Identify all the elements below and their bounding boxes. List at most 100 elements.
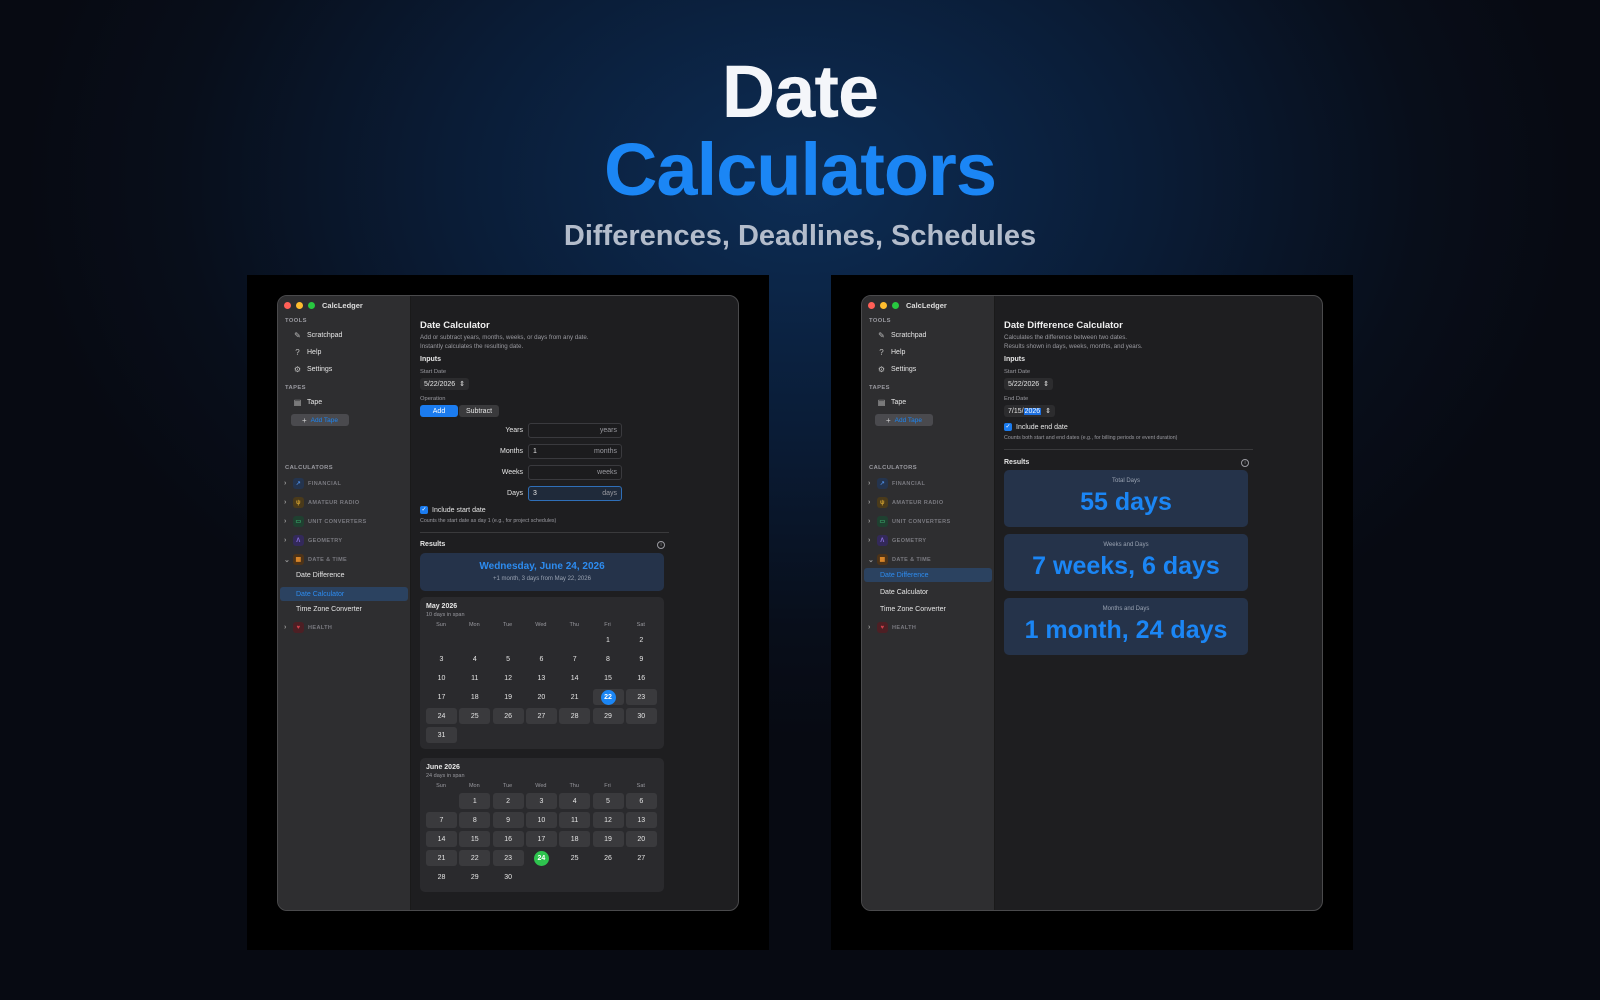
- include-start-date-checkbox[interactable]: ✓ Include start date: [420, 506, 486, 514]
- calendar-day[interactable]: 11: [559, 812, 591, 828]
- zoom-window-button[interactable]: [892, 302, 899, 309]
- category-geometry[interactable]: › Λ GEOMETRY: [868, 535, 926, 546]
- calendar-day[interactable]: 14: [426, 831, 457, 847]
- sidebar-item-tape[interactable]: ▤ Tape: [877, 398, 906, 407]
- info-icon[interactable]: i: [657, 541, 665, 549]
- calendar-day[interactable]: 16: [626, 670, 657, 686]
- calendar-day[interactable]: 10: [525, 812, 557, 828]
- calendar-day[interactable]: 10: [426, 670, 457, 686]
- months-input[interactable]: 1 months: [528, 444, 622, 459]
- calendar-day[interactable]: 13: [625, 812, 657, 828]
- calendar-day[interactable]: 17: [525, 831, 557, 847]
- calendar-day[interactable]: 30: [625, 708, 657, 724]
- sidebar-item-date-calculator[interactable]: Date Calculator: [880, 589, 928, 596]
- years-input[interactable]: years: [528, 423, 622, 438]
- category-health[interactable]: › ♥ HEALTH: [284, 622, 332, 633]
- category-date-time[interactable]: ⌄ ▦ DATE & TIME: [284, 554, 347, 565]
- category-amateur-radio[interactable]: › ψ AMATEUR RADIO: [284, 497, 360, 508]
- minimize-window-button[interactable]: [880, 302, 887, 309]
- close-window-button[interactable]: [284, 302, 291, 309]
- include-end-date-checkbox[interactable]: ✓ Include end date: [1004, 423, 1068, 431]
- add-tape-button[interactable]: + Add Tape: [875, 414, 933, 426]
- calendar-day[interactable]: 18: [459, 689, 490, 705]
- calendar-day[interactable]: 27: [626, 850, 657, 866]
- calendar-day[interactable]: 1: [459, 793, 491, 809]
- calendar-day[interactable]: 2: [626, 632, 657, 648]
- minimize-window-button[interactable]: [296, 302, 303, 309]
- calendar-day[interactable]: 1: [593, 632, 624, 648]
- category-health[interactable]: › ♥ HEALTH: [868, 622, 916, 633]
- calendar-day[interactable]: 7: [426, 812, 457, 828]
- calendar-day[interactable]: 25: [459, 708, 491, 724]
- calendar-day[interactable]: 29: [459, 869, 490, 885]
- calendar-day[interactable]: 2: [492, 793, 524, 809]
- calendar-day[interactable]: 3: [426, 651, 457, 667]
- calendar-day[interactable]: 17: [426, 689, 457, 705]
- info-icon[interactable]: i: [1241, 459, 1249, 467]
- calendar-day[interactable]: 7: [559, 651, 590, 667]
- category-financial[interactable]: › ↗ FINANCIAL: [284, 478, 341, 489]
- calendar-day[interactable]: 20: [526, 689, 557, 705]
- calendar-day[interactable]: 20: [625, 831, 657, 847]
- zoom-window-button[interactable]: [308, 302, 315, 309]
- operation-add-button[interactable]: Add: [420, 405, 458, 417]
- calendar-day[interactable]: 24: [426, 708, 457, 724]
- sidebar-item-scratchpad[interactable]: ✎ Scratchpad: [293, 331, 342, 340]
- calendar-day[interactable]: 31: [426, 727, 457, 743]
- calendar-day[interactable]: 12: [592, 812, 624, 828]
- calendar-day[interactable]: 28: [426, 869, 457, 885]
- calendar-day[interactable]: 22: [592, 689, 624, 705]
- calendar-day[interactable]: 26: [593, 850, 624, 866]
- calendar-day[interactable]: 15: [459, 831, 491, 847]
- category-unit-converters[interactable]: › ▭ UNIT CONVERTERS: [868, 516, 951, 527]
- calendar-day[interactable]: 11: [459, 670, 490, 686]
- start-date-picker[interactable]: 5/22/2026 ⇕: [420, 378, 470, 390]
- sidebar-item-date-difference[interactable]: Date Difference: [864, 568, 992, 582]
- calendar-day[interactable]: 23: [492, 850, 524, 866]
- category-amateur-radio[interactable]: › ψ AMATEUR RADIO: [868, 497, 944, 508]
- calendar-day[interactable]: 26: [492, 708, 524, 724]
- sidebar-item-date-calculator[interactable]: Date Calculator: [280, 587, 408, 601]
- calendar-day[interactable]: 16: [492, 831, 524, 847]
- calendar-day[interactable]: 4: [459, 651, 490, 667]
- calendar-day[interactable]: 24: [526, 850, 557, 866]
- calendar-day[interactable]: 9: [626, 651, 657, 667]
- stepper-icon[interactable]: ⇕: [459, 380, 465, 388]
- calendar-day[interactable]: 15: [593, 670, 624, 686]
- calendar-day[interactable]: 8: [459, 812, 491, 828]
- sidebar-item-settings[interactable]: ⚙ Settings: [293, 365, 332, 374]
- calendar-day[interactable]: 18: [559, 831, 591, 847]
- calendar-day[interactable]: 19: [493, 689, 524, 705]
- sidebar-item-settings[interactable]: ⚙ Settings: [877, 365, 916, 374]
- calendar-day[interactable]: 6: [625, 793, 657, 809]
- sidebar-item-scratchpad[interactable]: ✎ Scratchpad: [877, 331, 926, 340]
- calendar-day[interactable]: 28: [559, 708, 591, 724]
- calendar-day[interactable]: 4: [559, 793, 591, 809]
- sidebar-item-time-zone-converter[interactable]: Time Zone Converter: [880, 606, 946, 613]
- days-input[interactable]: 3 days: [528, 486, 622, 501]
- calendar-day[interactable]: 6: [526, 651, 557, 667]
- calendar-day[interactable]: 19: [592, 831, 624, 847]
- start-date-picker[interactable]: 5/22/2026 ⇕: [1004, 378, 1054, 390]
- stepper-icon[interactable]: ⇕: [1043, 380, 1049, 388]
- calendar-day[interactable]: 5: [493, 651, 524, 667]
- category-financial[interactable]: › ↗ FINANCIAL: [868, 478, 925, 489]
- calendar-day[interactable]: 14: [559, 670, 590, 686]
- calendar-day[interactable]: 29: [592, 708, 624, 724]
- calendar-day[interactable]: 8: [593, 651, 624, 667]
- category-geometry[interactable]: › Λ GEOMETRY: [284, 535, 342, 546]
- calendar-day[interactable]: 3: [525, 793, 557, 809]
- calendar-day[interactable]: 30: [493, 869, 524, 885]
- sidebar-item-date-difference[interactable]: Date Difference: [296, 572, 345, 579]
- close-window-button[interactable]: [868, 302, 875, 309]
- sidebar-item-help[interactable]: ? Help: [877, 348, 905, 357]
- category-date-time[interactable]: ⌄ ▦ DATE & TIME: [868, 554, 931, 565]
- operation-subtract-button[interactable]: Subtract: [459, 405, 499, 417]
- calendar-day[interactable]: 13: [526, 670, 557, 686]
- calendar-day[interactable]: 22: [459, 850, 491, 866]
- calendar-day[interactable]: 5: [592, 793, 624, 809]
- add-tape-button[interactable]: + Add Tape: [291, 414, 349, 426]
- calendar-day[interactable]: 21: [426, 850, 457, 866]
- sidebar-item-tape[interactable]: ▤ Tape: [293, 398, 322, 407]
- calendar-day[interactable]: 27: [525, 708, 557, 724]
